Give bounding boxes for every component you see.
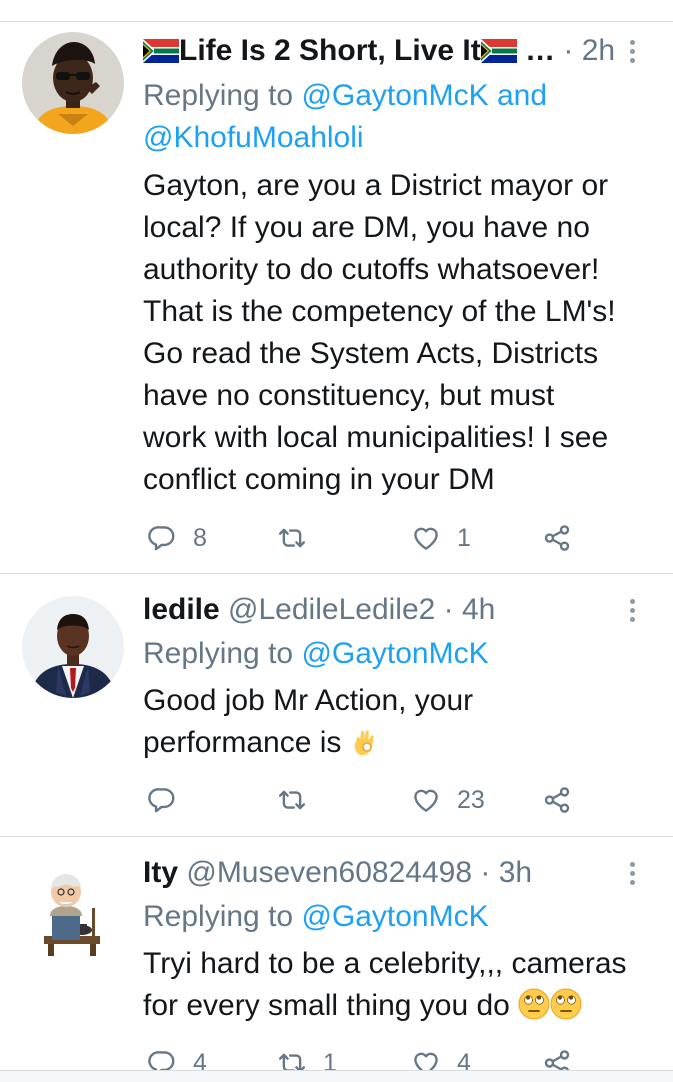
tweet-divider xyxy=(0,836,673,837)
replying-to-label: Replying to xyxy=(143,79,302,112)
heart-icon xyxy=(411,785,441,815)
mention-link[interactable]: @GaytonMcK xyxy=(301,637,488,670)
tweet-text-line: Tryi hard to be a celebrity,,, cameras xyxy=(143,947,627,980)
avatar[interactable] xyxy=(22,596,124,698)
tweet-text-line: Good job Mr Action, your xyxy=(143,684,474,717)
display-name[interactable]: ledile xyxy=(143,593,220,626)
reply-icon xyxy=(147,785,177,815)
mention-link[interactable]: @KhofuMoahloli xyxy=(143,121,364,154)
share-icon xyxy=(542,523,572,553)
like-count: 1 xyxy=(457,523,471,552)
tweet-text-line: performance is xyxy=(143,722,658,764)
mention-link[interactable]: @GaytonMcK xyxy=(301,79,488,112)
tweet-actions: 23 xyxy=(0,782,673,818)
top-divider xyxy=(0,21,673,22)
replying-to-label: Replying to xyxy=(143,900,302,933)
avatar-image xyxy=(22,858,124,960)
share-button[interactable] xyxy=(542,782,572,818)
like-count: 23 xyxy=(457,785,485,814)
tweet-text-line-text: for every small thing you do xyxy=(143,989,510,1022)
reply-button[interactable] xyxy=(147,782,193,818)
share-icon xyxy=(542,785,572,815)
tweet-text: Tryi hard to be a celebrity,,, cameras f… xyxy=(143,943,658,1027)
tweet-text: Good job Mr Action, your performance is xyxy=(143,680,658,764)
eye-roll-emoji xyxy=(518,988,550,1020)
more-vertical-icon[interactable] xyxy=(630,40,638,67)
mention-link[interactable]: @GaytonMcK xyxy=(301,900,488,933)
reply-count: 8 xyxy=(193,523,207,552)
retweet-button[interactable] xyxy=(277,782,323,818)
avatar[interactable] xyxy=(22,858,124,960)
tweet-text-line: conflict coming in your DM xyxy=(143,463,495,496)
name-ellipsis: … xyxy=(525,34,556,67)
replying-to-label: Replying to xyxy=(143,637,302,670)
handle[interactable]: @LedileLedile2 xyxy=(228,593,435,626)
more-vertical-icon[interactable] xyxy=(630,862,638,889)
south-africa-flag-icon xyxy=(481,39,517,63)
replying-to: Replying to @GaytonMcK xyxy=(143,633,489,675)
tweet-text-line: Go read the System Acts, Districts xyxy=(143,337,599,370)
retweet-icon xyxy=(277,523,307,553)
reply-icon xyxy=(147,523,177,553)
tweet-text: Gayton, are you a District mayor or loca… xyxy=(143,165,658,501)
bottom-edge xyxy=(0,1070,673,1082)
like-button[interactable]: 1 xyxy=(411,520,471,556)
tweet-time[interactable]: · 3h xyxy=(480,856,532,889)
replying-to: Replying to @GaytonMcK and @KhofuMoahlol… xyxy=(143,75,547,159)
tweet-time[interactable]: · 4h xyxy=(444,593,496,626)
tweet-header: ledile @LedileLedile2 · 4h xyxy=(143,592,495,628)
avatar-image xyxy=(22,32,124,134)
tweet-text-line: authority to do cutoffs whatsoever! xyxy=(143,253,600,286)
like-button[interactable]: 23 xyxy=(411,782,485,818)
tweet-time[interactable]: · 2h xyxy=(563,34,615,67)
retweet-icon xyxy=(277,785,307,815)
reply-button[interactable]: 8 xyxy=(147,520,207,556)
display-name[interactable]: Life Is 2 Short, Live It xyxy=(179,34,481,67)
tweet-text-line: That is the competency of the LM's! xyxy=(143,295,616,328)
more-vertical-icon[interactable] xyxy=(630,599,638,626)
tweet-text-line: for every small thing you do xyxy=(143,985,658,1027)
avatar-image xyxy=(22,596,124,698)
retweet-button[interactable] xyxy=(277,520,323,556)
tweet-text-line: work with local municipalities! I see xyxy=(143,421,609,454)
tweet-divider xyxy=(0,573,673,574)
tweet-header: Ity @Museven60824498 · 3h xyxy=(143,855,532,891)
replying-to: Replying to @GaytonMcK xyxy=(143,896,489,938)
handle[interactable]: @Museven60824498 xyxy=(186,856,472,889)
tweet-text-line: local? If you are DM, you have no xyxy=(143,211,590,244)
tweet-header: Life Is 2 Short, Live It … · 2h xyxy=(143,33,615,69)
display-name[interactable]: Ity xyxy=(143,856,178,889)
tweet-text-line: have no constituency, but must xyxy=(143,379,555,412)
share-button[interactable] xyxy=(542,520,572,556)
tweet-text-line-text: performance is xyxy=(143,726,342,759)
tweet-text-line: Gayton, are you a District mayor or xyxy=(143,169,609,202)
tweet-actions: 8 1 xyxy=(0,520,673,556)
eye-roll-emoji xyxy=(550,988,582,1020)
mention-and: and xyxy=(488,79,548,112)
south-africa-flag-icon xyxy=(143,39,179,63)
avatar[interactable] xyxy=(22,32,124,134)
heart-icon xyxy=(411,523,441,553)
ok-hand-emoji xyxy=(350,725,382,757)
